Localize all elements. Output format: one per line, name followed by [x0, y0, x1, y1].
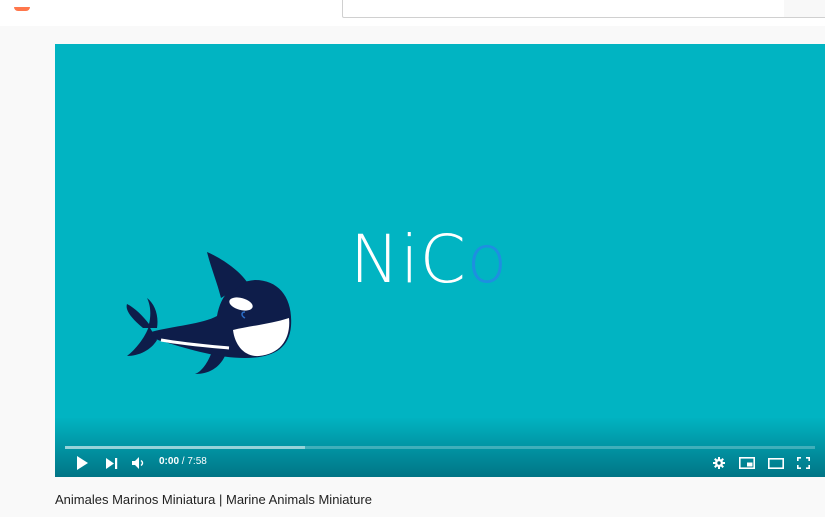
fullscreen-icon: [796, 457, 810, 469]
current-time: 0:00: [159, 456, 180, 467]
youtube-logo-icon[interactable]: [14, 7, 30, 11]
theater-mode-button[interactable]: [765, 454, 787, 472]
page: NiCo 0:00 / 7:58 Animales Marinos Miniat…: [0, 0, 825, 517]
search-input[interactable]: [342, 0, 786, 18]
video-brand-logo: NiCo: [350, 227, 508, 293]
next-icon: [106, 457, 118, 469]
duration: 7:58: [187, 456, 207, 467]
miniplayer-button[interactable]: [736, 454, 758, 472]
settings-button[interactable]: [710, 454, 728, 472]
volume-button[interactable]: [130, 454, 148, 472]
gear-icon: [713, 457, 725, 469]
miniplayer-icon: [739, 457, 755, 469]
theater-mode-icon: [768, 457, 784, 469]
brand-text-part: o: [466, 221, 509, 298]
progress-loaded: [65, 446, 305, 449]
orca-icon: [126, 252, 292, 374]
next-button[interactable]: [103, 454, 121, 472]
volume-icon: [132, 457, 144, 469]
video-player[interactable]: NiCo 0:00 / 7:58: [55, 44, 825, 477]
brand-text-part: N: [350, 221, 401, 298]
progress-bar[interactable]: [65, 446, 815, 449]
search-button[interactable]: [784, 0, 825, 18]
play-icon: [77, 456, 88, 470]
brand-text-part: iC: [400, 221, 467, 298]
video-title[interactable]: Animales Marinos Miniatura | Marine Anim…: [55, 492, 372, 507]
time-display: 0:00 / 7:58: [159, 456, 207, 467]
play-button[interactable]: [73, 454, 91, 472]
fullscreen-button[interactable]: [793, 454, 813, 472]
masthead: [0, 0, 825, 26]
